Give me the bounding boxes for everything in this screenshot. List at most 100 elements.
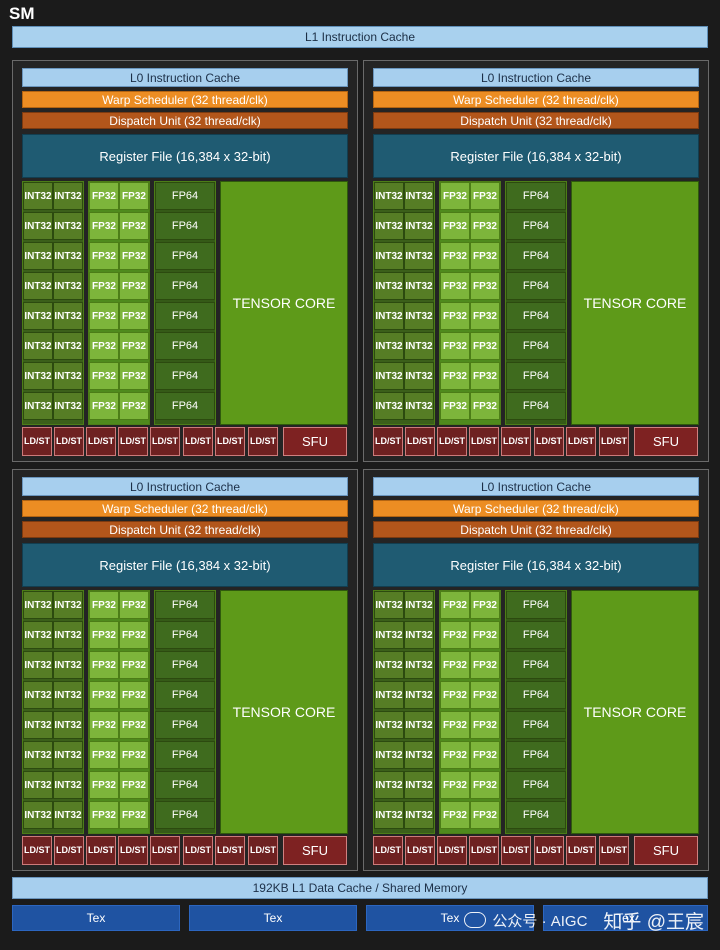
sm-diagram: SM L1 Instruction Cache L0 Instruction C… [0, 0, 720, 950]
int32-unit: INT32 [374, 681, 404, 709]
int32-unit: INT32 [53, 711, 83, 739]
ld-st-label-bottom: ST [615, 436, 627, 446]
int32-unit: INT32 [53, 362, 83, 390]
int32-unit: INT32 [23, 392, 53, 420]
ld-st-label-top: LD/ [249, 845, 265, 855]
int32-unit: INT32 [404, 711, 434, 739]
fp32-unit: FP32 [89, 651, 119, 679]
fp32-unit: FP32 [119, 741, 149, 769]
ld-st-unit: LD/ST [150, 836, 180, 865]
fp32-unit: FP32 [119, 302, 149, 330]
ld-st-label-bottom: ST [70, 845, 82, 855]
ld-st-label-bottom: ST [421, 845, 433, 855]
int32-unit: INT32 [23, 182, 53, 210]
int32-unit: INT32 [23, 362, 53, 390]
l1-instruction-cache: L1 Instruction Cache [12, 26, 708, 48]
ld-st-label-bottom: ST [166, 845, 178, 855]
fp32-unit: FP32 [470, 242, 500, 270]
fp32-unit: FP32 [119, 242, 149, 270]
int32-unit: INT32 [53, 332, 83, 360]
fp32-unit: FP32 [470, 392, 500, 420]
dispatch-unit: Dispatch Unit (32 thread/clk) [22, 521, 348, 538]
int32-unit: INT32 [23, 242, 53, 270]
fp64-unit: FP64 [506, 332, 566, 360]
fp64-unit: FP64 [155, 741, 215, 769]
int32-unit: INT32 [23, 741, 53, 769]
register-file: Register File (16,384 x 32-bit) [22, 134, 348, 178]
ld-st-label-bottom: ST [102, 436, 114, 446]
fp64-unit: FP64 [155, 212, 215, 240]
fp64-unit: FP64 [155, 182, 215, 210]
fp32-unit: FP32 [89, 591, 119, 619]
ld-st-label-bottom: ST [517, 436, 529, 446]
sfu-unit: SFU [283, 427, 347, 456]
fp32-unit: FP32 [119, 392, 149, 420]
ld-st-label-bottom: ST [102, 845, 114, 855]
ld-st-unit: LD/ST [501, 836, 531, 865]
ld-st-label-top: LD/ [119, 436, 135, 446]
ld-st-label-bottom: ST [264, 845, 276, 855]
ld-st-unit: LD/ST [469, 836, 499, 865]
fp32-unit: FP32 [440, 621, 470, 649]
int32-unit: INT32 [374, 302, 404, 330]
fp32-unit: FP32 [470, 362, 500, 390]
warp-scheduler: Warp Scheduler (32 thread/clk) [373, 91, 699, 108]
int32-unit: INT32 [53, 771, 83, 799]
fp64-unit: FP64 [155, 681, 215, 709]
ld-st-label-top: LD/ [151, 845, 167, 855]
dispatch-unit: Dispatch Unit (32 thread/clk) [373, 112, 699, 129]
ld-st-label-top: LD/ [55, 436, 71, 446]
ld-st-label-bottom: ST [485, 436, 497, 446]
int32-unit: INT32 [374, 741, 404, 769]
fp32-unit: FP32 [119, 362, 149, 390]
dispatch-unit: Dispatch Unit (32 thread/clk) [373, 521, 699, 538]
tensor-core: TENSOR CORE [571, 181, 699, 425]
ld-st-unit: LD/ST [599, 836, 629, 865]
fp32-unit: FP32 [89, 801, 119, 829]
fp32-unit: FP32 [470, 332, 500, 360]
fp32-unit: FP32 [440, 362, 470, 390]
ld-st-unit: LD/ST [405, 836, 435, 865]
fp32-unit: FP32 [89, 681, 119, 709]
ld-st-label-top: LD/ [87, 845, 103, 855]
fp32-unit: FP32 [470, 182, 500, 210]
wechat-icon [464, 912, 487, 928]
ld-st-unit: LD/ST [183, 836, 213, 865]
ld-st-label-top: LD/ [438, 845, 454, 855]
fp32-unit: FP32 [119, 332, 149, 360]
int32-unit: INT32 [23, 591, 53, 619]
ld-st-label-top: LD/ [184, 845, 200, 855]
register-file: Register File (16,384 x 32-bit) [373, 134, 699, 178]
int32-unit: INT32 [374, 591, 404, 619]
ld-st-label-top: LD/ [406, 436, 422, 446]
ld-st-label-top: LD/ [151, 436, 167, 446]
ld-st-unit: LD/ST [566, 427, 596, 456]
fp32-unit: FP32 [119, 711, 149, 739]
int32-unit: INT32 [404, 392, 434, 420]
ld-st-unit: LD/ST [437, 836, 467, 865]
int32-unit: INT32 [404, 741, 434, 769]
ld-st-label-bottom: ST [199, 845, 211, 855]
ld-st-label-bottom: ST [389, 845, 401, 855]
int32-unit: INT32 [404, 302, 434, 330]
int32-unit: INT32 [53, 651, 83, 679]
fp64-unit: FP64 [506, 302, 566, 330]
l0-instruction-cache: L0 Instruction Cache [373, 68, 699, 87]
fp32-unit: FP32 [119, 212, 149, 240]
ld-st-label-top: LD/ [23, 436, 39, 446]
fp64-unit: FP64 [155, 302, 215, 330]
int32-unit: INT32 [404, 272, 434, 300]
fp64-unit: FP64 [506, 711, 566, 739]
ld-st-unit: LD/ST [534, 427, 564, 456]
ld-st-label-top: LD/ [119, 845, 135, 855]
fp32-unit: FP32 [440, 741, 470, 769]
ld-st-label-bottom: ST [421, 436, 433, 446]
int32-unit: INT32 [404, 591, 434, 619]
fp64-unit: FP64 [506, 771, 566, 799]
int32-unit: INT32 [374, 272, 404, 300]
int32-unit: INT32 [374, 332, 404, 360]
ld-st-unit: LD/ST [501, 427, 531, 456]
fp64-unit: FP64 [506, 621, 566, 649]
fp64-unit: FP64 [506, 591, 566, 619]
ld-st-label-top: LD/ [406, 845, 422, 855]
